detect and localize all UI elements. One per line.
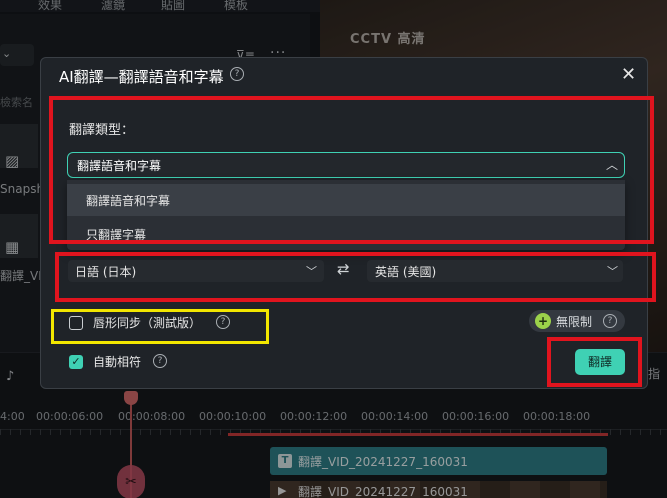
highlight-box-languages bbox=[55, 252, 656, 302]
highlight-box-translation-type bbox=[49, 96, 654, 244]
auto-match-label: 自動相符 bbox=[93, 355, 142, 369]
help-icon[interactable]: ? bbox=[153, 354, 167, 368]
plus-icon: + bbox=[535, 313, 551, 329]
highlight-box-lipsync bbox=[51, 309, 269, 344]
unlimited-label: 無限制 bbox=[556, 315, 593, 329]
close-icon[interactable]: ✕ bbox=[621, 64, 636, 85]
auto-match-checkbox[interactable]: ✓ bbox=[69, 355, 83, 369]
dialog-title: AI翻譯—翻譯語音和字幕 bbox=[59, 68, 224, 86]
highlight-box-translate-button bbox=[547, 337, 642, 387]
help-icon[interactable]: ? bbox=[230, 67, 244, 81]
unlimited-badge: + 無限制 ? bbox=[529, 310, 625, 332]
help-icon[interactable]: ? bbox=[603, 314, 617, 328]
